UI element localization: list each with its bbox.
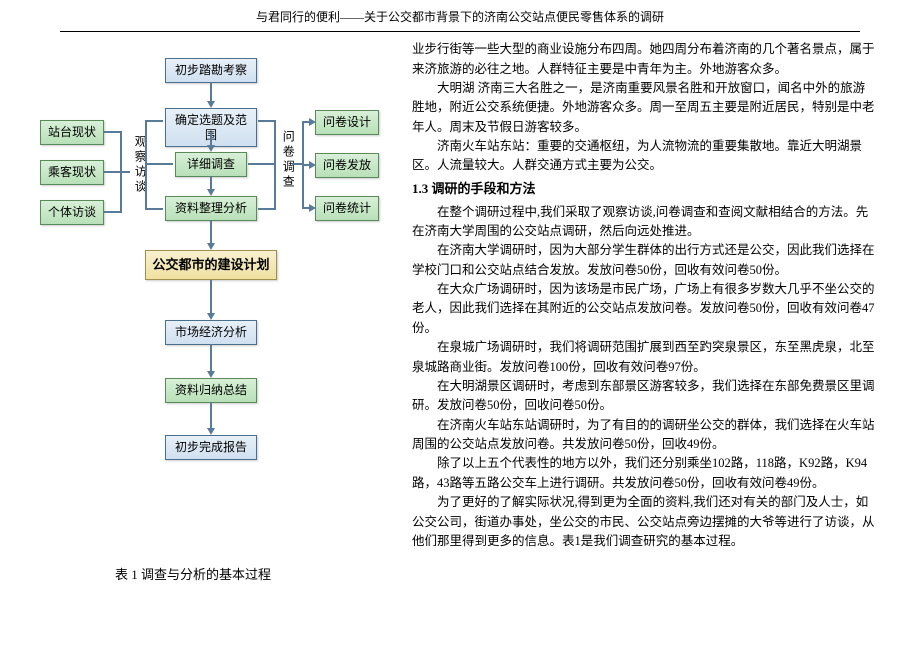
page-header: 与君同行的便利——关于公交都市背景下的济南公交站点便民零售体系的调研 [60, 0, 860, 32]
arrow [309, 161, 316, 169]
node-summary: 资料归纳总结 [165, 378, 257, 402]
node-passenger-status: 乘客现状 [40, 160, 104, 184]
line [104, 131, 120, 133]
paragraph: 在大明湖景区调研时，考虑到东部景区游客较多，我们选择在东部免费景区里调研。发放问… [412, 377, 875, 416]
node-individual-interview: 个体访谈 [40, 200, 104, 224]
node-platform-status: 站台现状 [40, 120, 104, 144]
paragraph: 在大众广场调研时，因为该场是市民广场，广场上有很多岁数大几乎不坐公交的老人，因此… [412, 280, 875, 338]
line [145, 120, 163, 122]
line [258, 120, 274, 122]
line [145, 208, 163, 210]
arrow [207, 243, 215, 250]
arrow [309, 118, 316, 126]
flowchart-column: 初步踏勘考察 确定选题及范围 详细调查 资料整理分析 公交都市的建设计划 市场经… [30, 40, 400, 551]
node-report: 初步完成报告 [165, 435, 257, 459]
table-caption: 表 1 调查与分析的基本过程 [115, 565, 271, 586]
arrow [309, 204, 316, 212]
node-data-analysis: 资料整理分析 [165, 196, 257, 220]
label-questionnaire-survey: 问卷调查 [278, 130, 297, 190]
line [210, 402, 212, 431]
arrow [207, 145, 215, 152]
node-questionnaire-design: 问卷设计 [315, 110, 379, 134]
line [258, 208, 274, 210]
paragraph: 在济南大学调研时，因为大部分学生群体的出行方式还是公交，因此我们选择在学校门口和… [412, 241, 875, 280]
line [145, 163, 173, 165]
node-initial-survey: 初步踏勘考察 [165, 58, 257, 82]
paragraph: 除了以上五个代表性的地方以外，我们还分别乘坐102路，118路，K92路，K94… [412, 454, 875, 493]
text-column: 业步行街等一些大型的商业设施分布四周。她四周分布着济南的几个著名景点，属于来济旅… [412, 40, 890, 551]
node-questionnaire-distribute: 问卷发放 [315, 153, 379, 177]
node-detailed-survey: 详细调查 [175, 152, 247, 176]
arrow [207, 313, 215, 320]
node-questionnaire-stats: 问卷统计 [315, 196, 379, 220]
arrow [207, 101, 215, 108]
paragraph: 济南火车站东站：重要的交通枢纽，为人流物流的重要集散地。靠近大明湖景区。人流量较… [412, 137, 875, 176]
line [145, 120, 147, 210]
paragraph: 在济南火车站东站调研时，为了有目的的调研坐公交的群体，我们选择在火车站周围的公交… [412, 416, 875, 455]
page-content: 初步踏勘考察 确定选题及范围 详细调查 资料整理分析 公交都市的建设计划 市场经… [0, 32, 920, 551]
paragraph: 在整个调研过程中,我们采取了观察访谈,问卷调查和查阅文献相结合的方法。先在济南大… [412, 203, 875, 242]
arrow [207, 189, 215, 196]
line [104, 171, 120, 173]
section-heading: 1.3 调研的手段和方法 [412, 179, 875, 200]
line [248, 163, 274, 165]
line [210, 280, 212, 316]
paragraph: 为了更好的了解实际状况,得到更为全面的资料,我们还对有关的部门及人士，如公交公司… [412, 493, 875, 551]
arrow [207, 371, 215, 378]
paragraph: 业步行街等一些大型的商业设施分布四周。她四周分布着济南的几个著名景点，属于来济旅… [412, 40, 875, 79]
line [274, 120, 276, 210]
line [104, 211, 120, 213]
arrow [207, 428, 215, 435]
paragraph: 在泉城广场调研时，我们将调研范围扩展到西至趵突泉景区，东至黑虎泉，北至泉城路商业… [412, 338, 875, 377]
line [210, 344, 212, 374]
paragraph: 大明湖 济南三大名胜之一，是济南重要风景名胜和开放窗口，闻名中外的旅游胜地，附近… [412, 79, 875, 137]
node-market-analysis: 市场经济分析 [165, 320, 257, 344]
node-transit-plan: 公交都市的建设计划 [145, 250, 277, 280]
line [292, 163, 302, 165]
line [120, 171, 130, 173]
